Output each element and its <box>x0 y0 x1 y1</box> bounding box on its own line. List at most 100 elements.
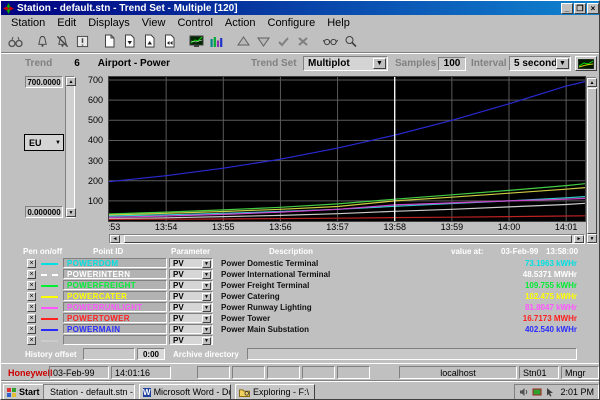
chevron-down-icon[interactable]: ▼ <box>202 293 211 301</box>
menu-help[interactable]: Help <box>321 17 356 29</box>
unit-selector-dropdown[interactable]: EU▼ <box>25 135 63 150</box>
samples-value[interactable]: 100 <box>438 57 466 71</box>
pen-checkbox[interactable]: × <box>27 314 36 323</box>
pen-checkbox[interactable]: × <box>27 336 36 345</box>
chevron-down-icon[interactable]: ▼ <box>202 315 211 323</box>
task-station[interactable]: Station - default.stn -... <box>43 384 135 400</box>
chevron-down-icon[interactable]: ▼ <box>556 58 569 69</box>
find-binoculars-icon[interactable] <box>5 32 25 51</box>
page-blank-icon[interactable] <box>99 32 119 51</box>
table-row: × PV▼ <box>1 335 600 346</box>
pen-checkbox[interactable]: × <box>27 259 36 268</box>
menu-view[interactable]: View <box>136 17 172 29</box>
menu-action[interactable]: Action <box>219 17 262 29</box>
parameter-dropdown[interactable]: PV▼ <box>169 280 213 290</box>
chevron-down-icon[interactable]: ▼ <box>373 58 386 69</box>
alarm-bell-disabled-icon[interactable] <box>52 32 72 51</box>
v-scroll-thumb[interactable] <box>587 88 597 234</box>
alarm-message-icon[interactable] <box>72 32 92 51</box>
point-id-field[interactable]: POWERINTERN <box>63 269 167 279</box>
menu-edit[interactable]: Edit <box>51 17 82 29</box>
parameter-dropdown[interactable]: PV▼ <box>169 258 213 268</box>
task-explorer[interactable]: Exploring - F:\ <box>235 384 315 400</box>
lower-arrow-icon[interactable] <box>253 32 273 51</box>
cancel-x-icon[interactable] <box>293 32 313 51</box>
point-id-field[interactable]: POWERDOM <box>63 258 167 268</box>
taskbar-clock: 2:01 PM <box>560 387 594 397</box>
pen-checkbox[interactable]: × <box>27 292 36 301</box>
parameter-dropdown[interactable]: PV▼ <box>169 269 213 279</box>
trend-set-dropdown[interactable]: Multiplot▼ <box>303 56 388 71</box>
parameter-dropdown[interactable]: PV▼ <box>169 302 213 312</box>
pen-checkbox[interactable]: × <box>27 270 36 279</box>
page-up-icon[interactable] <box>139 32 159 51</box>
chevron-down-icon[interactable]: ▼ <box>202 304 211 312</box>
menu-station[interactable]: Station <box>5 17 51 29</box>
x-tick-label: 13:57 <box>326 222 349 232</box>
x-tick-label: 14:00 <box>498 222 521 232</box>
menu-control[interactable]: Control <box>171 17 218 29</box>
trend-number[interactable]: 6 <box>74 58 80 69</box>
parameter-dropdown[interactable]: PV▼ <box>169 324 213 334</box>
menu-configure[interactable]: Configure <box>262 17 322 29</box>
trend-plot[interactable] <box>109 77 585 221</box>
view-glasses-icon[interactable] <box>320 32 340 51</box>
maximize-button[interactable]: ❐ <box>574 3 586 14</box>
history-offset-field[interactable] <box>83 348 135 360</box>
point-table-header: Pen on/off Point ID Parameter Descriptio… <box>1 247 600 257</box>
speaker-icon[interactable] <box>519 387 529 397</box>
point-id-field[interactable] <box>63 335 167 345</box>
chevron-down-icon[interactable]: ▼ <box>202 271 211 279</box>
range-max-field[interactable]: 700.0000 <box>25 76 63 88</box>
point-id-field[interactable]: POWERMAIN <box>63 324 167 334</box>
y-tick-label: 100 <box>88 196 103 206</box>
point-id-field[interactable]: POWERRUNLIGHT <box>63 302 167 312</box>
chevron-down-icon[interactable]: ▼ <box>202 337 211 345</box>
zoom-magnifier-icon[interactable] <box>340 32 360 51</box>
alarm-bell-icon[interactable] <box>32 32 52 51</box>
point-id-field[interactable]: POWERCATER <box>63 291 167 301</box>
h-scroll-thumb[interactable] <box>124 235 572 243</box>
pen-checkbox[interactable]: × <box>27 325 36 334</box>
archive-directory-field[interactable] <box>247 348 577 360</box>
scroll-down-icon[interactable]: ▼ <box>587 234 597 243</box>
tray-status-icon[interactable] <box>532 387 542 397</box>
point-value: 81.8047 kWHr <box>461 303 577 312</box>
pen-checkbox[interactable]: × <box>27 281 36 290</box>
range-min-field[interactable]: 0.000000 <box>25 206 63 218</box>
chevron-down-icon[interactable]: ▼ <box>202 260 211 268</box>
pen-checkbox[interactable]: × <box>27 303 36 312</box>
history-offset-value[interactable]: 0:00 <box>137 348 165 360</box>
scroll-up-icon[interactable]: ▲ <box>587 78 597 87</box>
parameter-dropdown[interactable]: PV▼ <box>169 313 213 323</box>
x-tick-label: 13:56 <box>269 222 292 232</box>
tray-pointer-icon[interactable] <box>545 387 555 397</box>
point-id-field[interactable]: POWERTOWER <box>63 313 167 323</box>
scroll-left-icon[interactable]: ◄ <box>110 235 120 243</box>
close-button[interactable]: × <box>587 3 599 14</box>
accept-check-icon[interactable] <box>273 32 293 51</box>
page-recall-icon[interactable] <box>159 32 179 51</box>
chevron-down-icon[interactable]: ▼ <box>202 326 211 334</box>
parameter-dropdown[interactable]: PV▼ <box>169 291 213 301</box>
chevron-down-icon[interactable]: ▼ <box>202 282 211 290</box>
menu-displays[interactable]: Displays <box>82 17 136 29</box>
raise-arrow-icon[interactable] <box>233 32 253 51</box>
point-id-field[interactable]: POWERFREIGHT <box>63 280 167 290</box>
point-value: 402.540 kWHr <box>461 325 577 334</box>
value-at-date: 03-Feb-99 <box>501 247 538 256</box>
parameter-dropdown[interactable]: PV▼ <box>169 335 213 345</box>
table-row: ×POWERRUNLIGHTPV▼Power Runway Lighting81… <box>1 302 600 313</box>
page-down-icon[interactable] <box>119 32 139 51</box>
mini-trend-button[interactable] <box>575 56 597 71</box>
chart-v-scrollbar[interactable]: ▲ ▼ <box>586 77 597 244</box>
task-word[interactable]: W Microsoft Word - Document5 <box>139 384 231 400</box>
chart-h-scrollbar[interactable]: ◄ ► <box>109 234 585 244</box>
start-button[interactable]: Start <box>3 384 44 400</box>
trend-display-icon[interactable] <box>186 32 206 51</box>
minimize-button[interactable]: _ <box>561 3 573 14</box>
point-description: Power Main Substation <box>221 325 461 334</box>
interval-dropdown[interactable]: 5 second▼ <box>509 56 571 71</box>
scroll-right-icon[interactable]: ► <box>574 235 584 243</box>
group-display-icon[interactable] <box>206 32 226 51</box>
